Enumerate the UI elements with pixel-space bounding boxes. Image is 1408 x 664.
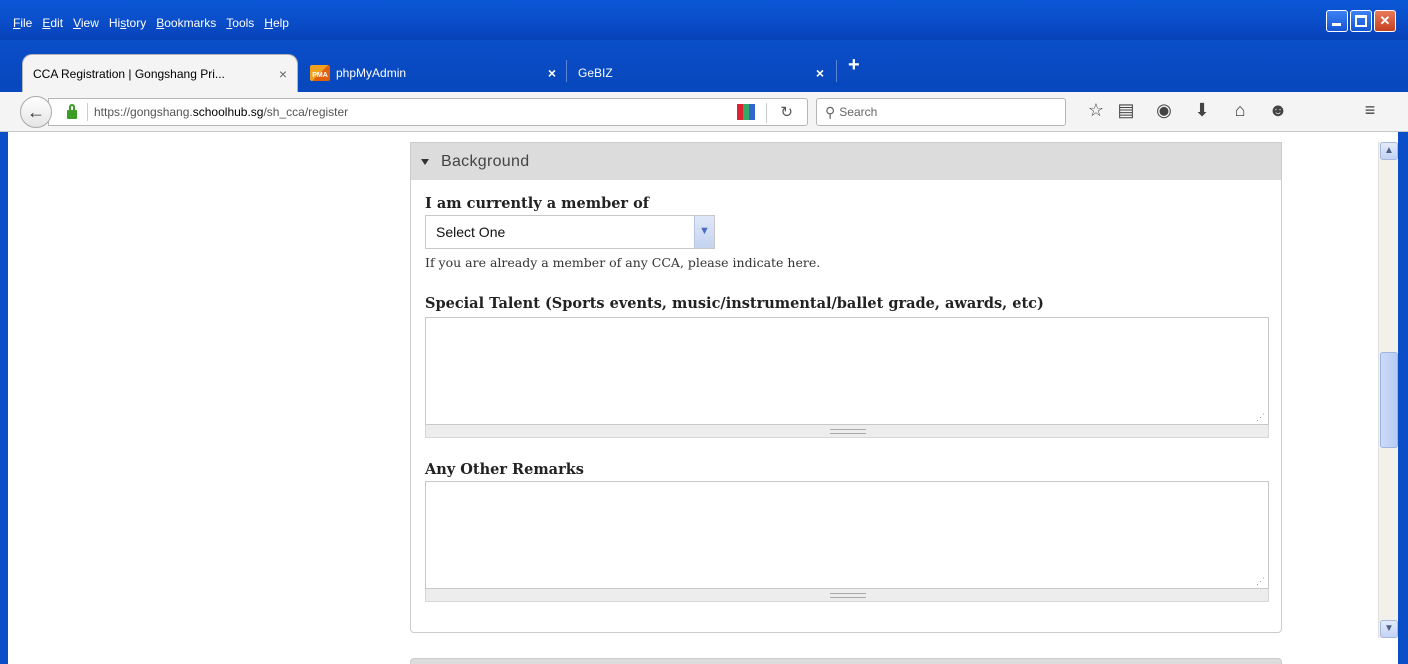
chevron-up-icon: ▲ xyxy=(1384,145,1394,156)
menu-view[interactable]: View xyxy=(68,16,104,30)
arrow-left-icon: ← xyxy=(27,102,45,122)
tab-title: CCA Registration | Gongshang Pri... xyxy=(33,66,225,81)
reload-icon[interactable]: ↻ xyxy=(780,103,793,121)
tab-title: GeBIZ xyxy=(578,66,613,80)
member-select-value: Select One xyxy=(436,224,506,240)
back-button[interactable]: ← xyxy=(20,96,52,128)
search-placeholder: Search xyxy=(839,105,878,119)
scroll-up-button[interactable]: ▲ xyxy=(1380,142,1398,160)
close-window-button[interactable]: ✕ xyxy=(1374,10,1396,32)
window-controls: ✕ xyxy=(1326,10,1396,32)
vertical-scrollbar[interactable]: ▲ ▼ xyxy=(1378,142,1398,638)
reading-list-icon[interactable]: ▤ xyxy=(1114,100,1138,121)
close-icon: ✕ xyxy=(1379,13,1391,28)
member-select[interactable]: Select One ▼ xyxy=(425,215,715,249)
home-icon[interactable]: ⌂ xyxy=(1228,100,1252,121)
minimize-button[interactable] xyxy=(1326,10,1348,32)
pocket-icon[interactable]: ◉ xyxy=(1152,100,1176,121)
chat-icon[interactable]: ☻ xyxy=(1266,100,1290,121)
chevron-down-icon[interactable]: ▼ xyxy=(694,216,714,248)
tab-cca-registration[interactable]: CCA Registration | Gongshang Pri... × xyxy=(22,54,298,92)
window-titlebar: File Edit View History Bookmarks Tools H… xyxy=(0,0,1408,40)
window-frame-left xyxy=(0,132,8,664)
background-fieldset: Background I am currently a member of Se… xyxy=(410,142,1282,633)
scroll-down-button[interactable]: ▼ xyxy=(1380,620,1398,638)
url-separator xyxy=(87,103,88,121)
legend-title: Background xyxy=(441,152,530,170)
remarks-textarea[interactable]: ⋰ xyxy=(425,481,1269,589)
tab-phpmyadmin[interactable]: PMA phpMyAdmin × xyxy=(300,54,566,92)
site-identity-icon[interactable] xyxy=(737,104,755,120)
tab-separator xyxy=(566,60,567,82)
hamburger-menu-icon[interactable]: ≡ xyxy=(1358,100,1382,121)
new-tab-button[interactable]: + xyxy=(848,54,860,77)
menu-history[interactable]: History xyxy=(104,16,151,30)
tab-separator xyxy=(836,60,837,82)
tab-close-icon[interactable]: × xyxy=(279,66,287,82)
menu-tools[interactable]: Tools xyxy=(221,16,259,30)
chevron-down-icon: ▼ xyxy=(1384,623,1394,634)
lock-icon[interactable] xyxy=(67,103,77,119)
maximize-button[interactable] xyxy=(1350,10,1372,32)
download-icon[interactable]: ⬇ xyxy=(1190,100,1214,121)
menu-bar: File Edit View History Bookmarks Tools H… xyxy=(8,16,294,30)
member-help-text: If you are already a member of any CCA, … xyxy=(425,255,821,270)
menu-bookmarks[interactable]: Bookmarks xyxy=(151,16,221,30)
page-content: Background I am currently a member of Se… xyxy=(8,142,1378,664)
navigation-toolbar: https://gongshang.schoolhub.sg/sh_cca/re… xyxy=(0,92,1408,132)
phpmyadmin-icon: PMA xyxy=(310,65,330,81)
tab-close-icon[interactable]: × xyxy=(548,65,556,81)
menu-file[interactable]: File xyxy=(8,16,37,30)
scrollbar-thumb[interactable] xyxy=(1380,352,1398,448)
tab-strip: CCA Registration | Gongshang Pri... × PM… xyxy=(0,40,1408,92)
tab-title: phpMyAdmin xyxy=(336,66,407,80)
remarks-resize-handle[interactable] xyxy=(425,589,1269,602)
remarks-label: Any Other Remarks xyxy=(425,461,584,478)
caret-down-icon xyxy=(421,158,429,165)
next-fieldset-header[interactable] xyxy=(410,658,1282,664)
talent-textarea[interactable]: ⋰ xyxy=(425,317,1269,425)
menu-help[interactable]: Help xyxy=(259,16,294,30)
resize-grip-icon[interactable]: ⋰ xyxy=(1256,577,1265,586)
star-icon[interactable]: ☆ xyxy=(1084,100,1108,121)
url-bar[interactable]: https://gongshang.schoolhub.sg/sh_cca/re… xyxy=(48,98,808,126)
resize-grip-icon[interactable]: ⋰ xyxy=(1256,413,1265,422)
maximize-icon xyxy=(1355,15,1367,27)
menu-edit[interactable]: Edit xyxy=(37,16,68,30)
background-legend[interactable]: Background xyxy=(411,143,1281,180)
tab-gebiz[interactable]: GeBIZ × xyxy=(568,54,834,92)
minimize-icon xyxy=(1332,23,1341,26)
talent-resize-handle[interactable] xyxy=(425,425,1269,438)
url-text[interactable]: https://gongshang.schoolhub.sg/sh_cca/re… xyxy=(94,105,348,119)
search-input[interactable]: ⚲ Search xyxy=(816,98,1066,126)
talent-label: Special Talent (Sports events, music/ins… xyxy=(425,295,1044,312)
window-frame-right xyxy=(1398,132,1408,664)
tab-close-icon[interactable]: × xyxy=(816,65,824,81)
member-label: I am currently a member of xyxy=(425,195,650,212)
search-icon: ⚲ xyxy=(825,103,836,120)
reload-separator xyxy=(766,103,767,123)
